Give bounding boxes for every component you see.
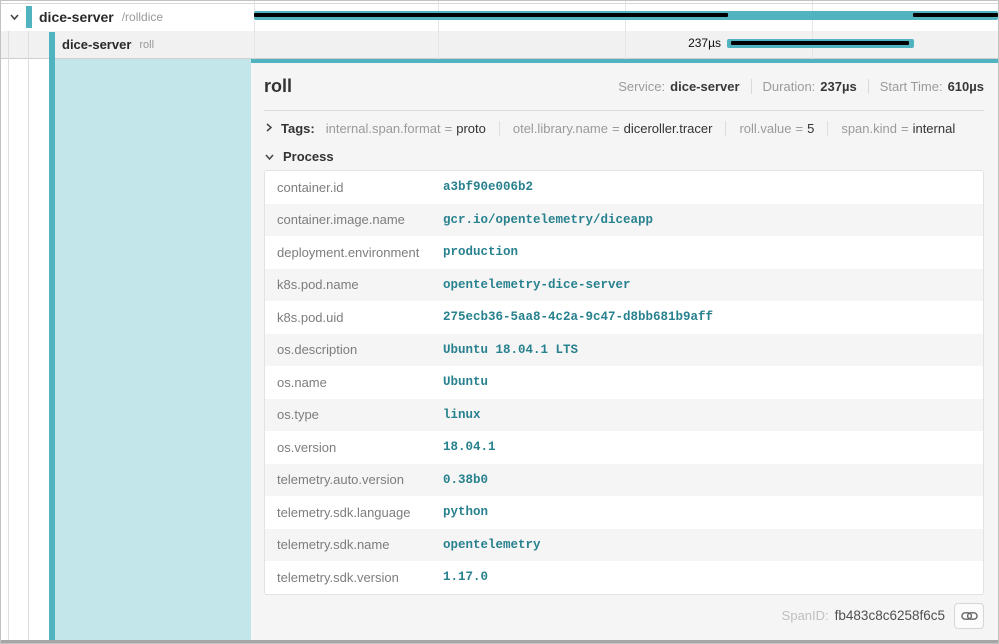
table-row: os.descriptionUbuntu 18.04.1 LTS xyxy=(265,334,983,367)
tags-label: Tags: xyxy=(281,121,315,136)
service-name: dice-server xyxy=(39,9,114,25)
span-meta: Service: dice-server Duration: 237µs Sta… xyxy=(618,79,984,94)
selected-span-guide xyxy=(49,32,55,641)
table-row: deployment.environmentproduction xyxy=(265,236,983,269)
meta-separator xyxy=(868,79,869,94)
span-name-column: dice-server /rolldice xyxy=(1,3,251,31)
copy-link-button[interactable] xyxy=(954,603,984,629)
table-row: container.image.namegcr.io/opentelemetry… xyxy=(265,204,983,237)
operation-name: /rolldice xyxy=(122,10,163,24)
jaeger-span-detail-view: dice-server /rolldice dice-server roll 2… xyxy=(0,0,999,644)
table-row: telemetry.sdk.version1.17.0 xyxy=(265,561,983,594)
process-toggle[interactable]: Process xyxy=(264,149,984,164)
span-bar-roll[interactable] xyxy=(727,39,914,48)
table-row: os.typelinux xyxy=(265,399,983,432)
start-time-label: Start Time: xyxy=(880,79,943,94)
service-value: dice-server xyxy=(670,79,739,94)
service-color-bar xyxy=(26,6,32,28)
service-label: Service: xyxy=(618,79,665,94)
service-name: dice-server xyxy=(62,37,131,52)
link-icon xyxy=(961,610,978,622)
start-time-value: 610µs xyxy=(948,79,984,94)
self-time-segment xyxy=(731,41,909,45)
header-divider xyxy=(264,110,984,111)
duration-value: 237µs xyxy=(820,79,856,94)
span-duration-label: 237µs xyxy=(688,36,721,50)
table-row: telemetry.sdk.languagepython xyxy=(265,496,983,529)
self-time-segment xyxy=(254,13,728,17)
timeline-top-border xyxy=(1,3,998,4)
self-time-segment xyxy=(913,13,998,17)
table-row: container.ida3bf90e006b2 xyxy=(265,171,983,204)
table-row: os.nameUbuntu xyxy=(265,366,983,399)
timeline-gridline xyxy=(438,1,439,59)
span-detail-panel: roll Service: dice-server Duration: 237µ… xyxy=(251,59,998,641)
spanid-label: SpanID: xyxy=(782,608,829,623)
tree-guide-line xyxy=(28,31,29,641)
detail-header: roll Service: dice-server Duration: 237µ… xyxy=(264,76,984,97)
table-row: k8s.pod.uid275ecb36-5aa8-4c2a-9c47-d8bb6… xyxy=(265,301,983,334)
process-label: Process xyxy=(283,149,334,164)
tag-item: internal.span.format=proto xyxy=(326,121,486,136)
process-table: container.ida3bf90e006b2 container.image… xyxy=(264,170,984,595)
table-row: k8s.pod.nameopentelemetry-dice-server xyxy=(265,269,983,302)
tag-item: roll.value=5 xyxy=(725,121,814,136)
timeline-gridline xyxy=(254,1,255,59)
chevron-right-icon xyxy=(264,121,273,136)
operation-name: roll xyxy=(139,39,154,51)
span-title: roll xyxy=(264,76,292,97)
table-row: telemetry.auto.version0.38b0 xyxy=(265,464,983,497)
timeline-gridline xyxy=(812,1,813,59)
table-row: telemetry.sdk.nameopentelemetry xyxy=(265,529,983,562)
detail-footer: SpanID: fb483c8c6258f6c5 xyxy=(264,603,984,629)
tags-toggle[interactable]: Tags: internal.span.format=proto otel.li… xyxy=(264,121,984,136)
timeline-gridline xyxy=(625,1,626,59)
chevron-down-icon[interactable] xyxy=(5,12,23,22)
detail-indent-fill xyxy=(55,59,251,641)
span-name-column: dice-server roll xyxy=(1,31,251,58)
table-row: os.version18.04.1 xyxy=(265,431,983,464)
tree-guide-line xyxy=(8,31,9,641)
spanid-value: fb483c8c6258f6c5 xyxy=(835,608,945,623)
bottom-border xyxy=(1,640,998,643)
span-bar-rolldice[interactable] xyxy=(254,11,998,20)
duration-label: Duration: xyxy=(763,79,816,94)
tag-item: otel.library.name=diceroller.tracer xyxy=(499,121,713,136)
meta-separator xyxy=(751,79,752,94)
tag-item: span.kind=internal xyxy=(827,121,955,136)
